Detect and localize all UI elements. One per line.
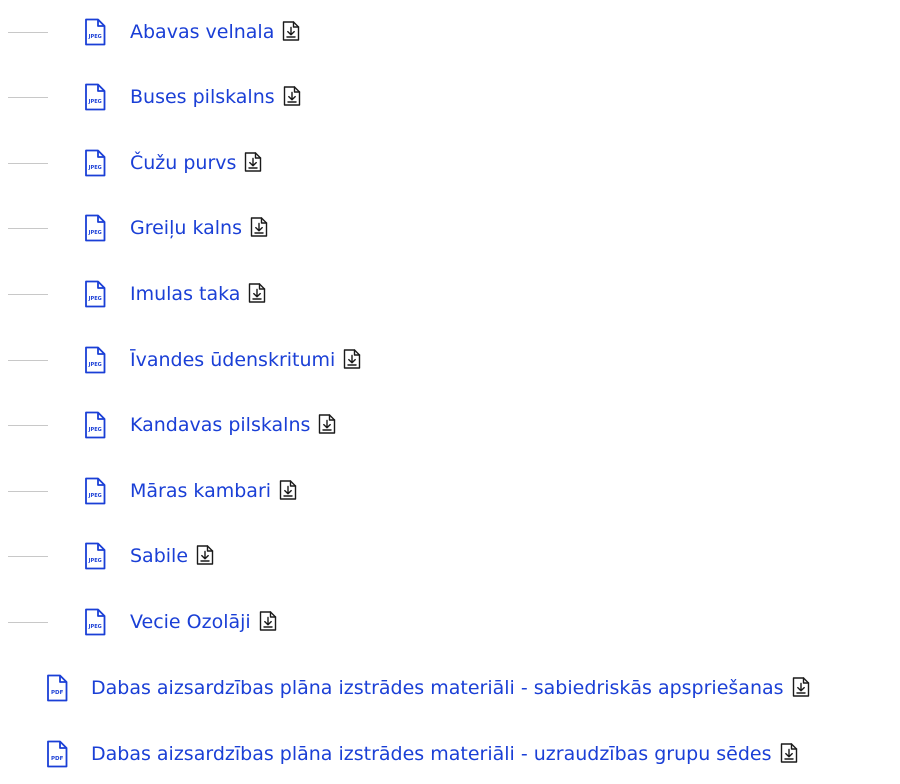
jpeg-file-icon: JPEG: [85, 214, 106, 242]
download-arrow: [255, 222, 263, 232]
file-link[interactable]: Kandavas pilskalns: [130, 413, 336, 437]
download-icon[interactable]: [343, 349, 361, 369]
file-link[interactable]: Dabas aizsardzības plāna izstrādes mater…: [91, 676, 810, 700]
document-outline: [85, 83, 106, 111]
jpeg-file-icon: JPEG: [85, 149, 106, 177]
document-outline: [85, 411, 106, 439]
download-arrow: [784, 748, 793, 758]
jpeg-file-icon: JPEG: [85, 477, 106, 505]
download-arrow: [284, 485, 292, 495]
download-arrow: [323, 419, 332, 429]
download-icon[interactable]: [318, 414, 336, 434]
jpeg-file-icon: JPEG: [85, 411, 106, 439]
document-outline: [85, 280, 106, 308]
tree-connector: [8, 163, 48, 164]
download-arrow: [249, 157, 258, 167]
file-type-label: JPEG: [88, 427, 102, 433]
file-type-label: PDF: [51, 756, 64, 762]
file-link[interactable]: Imulas taka: [130, 282, 266, 306]
file-type-label: JPEG: [88, 296, 102, 302]
download-icon[interactable]: [283, 86, 301, 106]
download-icon[interactable]: [196, 545, 214, 565]
download-icon[interactable]: [250, 217, 268, 237]
jpeg-file-icon: JPEG: [85, 18, 106, 46]
file-type-label: JPEG: [88, 493, 102, 499]
tree-connector: [8, 97, 48, 98]
file-type-label: JPEG: [88, 362, 102, 368]
document-outline: [85, 608, 106, 636]
jpeg-file-icon: JPEG: [85, 83, 106, 111]
document-outline: [85, 149, 106, 177]
file-type-label: PDF: [51, 690, 64, 696]
file-type-label: JPEG: [88, 230, 102, 236]
download-arrow: [348, 354, 357, 364]
file-type-label: JPEG: [88, 165, 102, 171]
file-type-label: JPEG: [88, 624, 102, 630]
file-link[interactable]: Abavas velnala: [130, 20, 300, 44]
download-arrow: [796, 682, 805, 692]
download-arrow: [287, 26, 296, 36]
pdf-file-icon: PDF: [47, 674, 68, 702]
download-icon[interactable]: [248, 283, 266, 303]
file-type-label: JPEG: [88, 558, 102, 564]
download-arrow: [253, 288, 262, 298]
pdf-file-icon: PDF: [47, 740, 68, 768]
download-icon[interactable]: [282, 21, 300, 41]
download-arrow: [263, 616, 272, 626]
file-link[interactable]: Māras kambari: [130, 479, 297, 503]
jpeg-file-icon: JPEG: [85, 280, 106, 308]
download-icon[interactable]: [259, 611, 277, 631]
document-outline: [85, 542, 106, 570]
tree-connector: [8, 294, 48, 295]
tree-connector: [8, 32, 48, 33]
file-link[interactable]: Dabas aizsardzības plāna izstrādes mater…: [91, 742, 798, 766]
download-arrow: [201, 550, 209, 560]
tree-connector: [8, 360, 48, 361]
jpeg-file-icon: JPEG: [85, 346, 106, 374]
download-icon[interactable]: [780, 743, 798, 763]
document-outline: [85, 18, 106, 46]
tree-connector: [8, 228, 48, 229]
tree-connector: [8, 425, 48, 426]
tree-connector: [8, 491, 48, 492]
document-outline: [85, 214, 106, 242]
file-link[interactable]: Īvandes ūdenskritumi: [130, 348, 361, 372]
tree-connector: [8, 556, 48, 557]
download-icon[interactable]: [792, 677, 810, 697]
file-type-label: JPEG: [88, 34, 102, 40]
document-outline: [47, 740, 68, 768]
jpeg-file-icon: JPEG: [85, 608, 106, 636]
download-icon[interactable]: [279, 480, 297, 500]
tree-connector: [8, 622, 48, 623]
download-icon[interactable]: [244, 152, 262, 172]
file-link[interactable]: Čužu purvs: [130, 151, 262, 175]
document-outline: [85, 346, 106, 374]
download-arrow: [287, 91, 296, 101]
file-type-label: JPEG: [88, 99, 102, 105]
file-link[interactable]: Buses pilskalns: [130, 85, 301, 109]
document-outline: [47, 674, 68, 702]
document-outline: [85, 477, 106, 505]
file-link[interactable]: Sabile: [130, 544, 214, 568]
file-link[interactable]: Vecie Ozolāji: [130, 610, 277, 634]
jpeg-file-icon: JPEG: [85, 542, 106, 570]
file-link[interactable]: Greiļu kalns: [130, 216, 268, 240]
